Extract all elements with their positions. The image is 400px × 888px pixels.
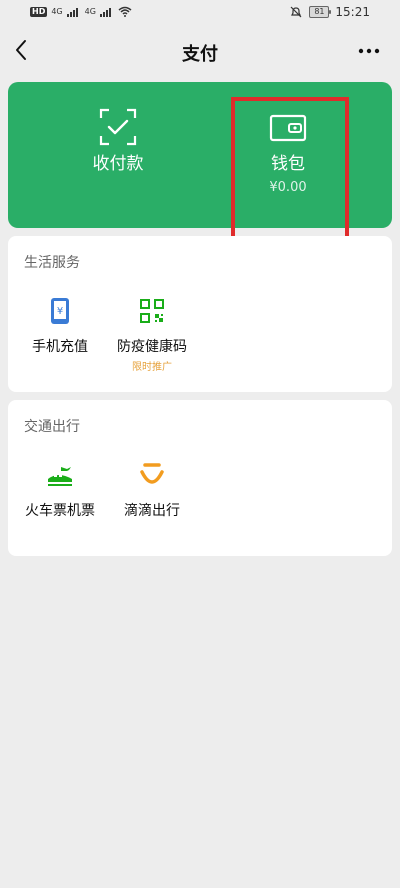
status-bar: HD 4G 4G 81 15:21 bbox=[0, 0, 400, 28]
wallet-balance: ¥0.00 bbox=[269, 180, 307, 195]
transport-section: 交通出行 火车票机票 滴滴出行 bbox=[8, 400, 392, 556]
battery-icon: 81 bbox=[309, 6, 332, 18]
receive-pay-button[interactable]: 收付款 bbox=[38, 94, 198, 214]
more-button[interactable] bbox=[358, 40, 380, 62]
status-left: HD 4G 4G bbox=[30, 6, 132, 18]
health-code-item[interactable]: 防疫健康码 限时推广 bbox=[106, 296, 198, 373]
phone-recharge-item[interactable]: ¥ 手机充值 bbox=[14, 296, 106, 356]
didi-icon bbox=[137, 460, 167, 490]
train-plane-label: 火车票机票 bbox=[25, 503, 95, 519]
bell-off-icon bbox=[290, 6, 302, 18]
signal-icon bbox=[66, 8, 78, 17]
pay-card: 收付款 钱包 ¥0.00 bbox=[8, 82, 392, 228]
train-plane-icon bbox=[45, 460, 75, 490]
section-title: 生活服务 bbox=[24, 255, 80, 271]
scan-check-icon bbox=[97, 106, 139, 148]
qr-code-icon bbox=[137, 296, 167, 326]
promo-badge: 限时推广 bbox=[132, 362, 172, 373]
signal-icon bbox=[99, 8, 111, 17]
page-title: 支付 bbox=[182, 44, 218, 65]
section-title: 交通出行 bbox=[24, 419, 80, 435]
network-4g-1: 4G bbox=[51, 7, 63, 16]
wallet-icon bbox=[267, 106, 309, 148]
status-right: 81 15:21 bbox=[289, 5, 370, 19]
health-code-label: 防疫健康码 bbox=[117, 339, 187, 355]
hd-badge: HD bbox=[30, 7, 48, 17]
train-plane-item[interactable]: 火车票机票 bbox=[14, 460, 106, 520]
wallet-label: 钱包 bbox=[271, 154, 305, 174]
svg-text:¥: ¥ bbox=[57, 306, 63, 317]
didi-item[interactable]: 滴滴出行 bbox=[106, 460, 198, 520]
wallet-button[interactable]: 钱包 ¥0.00 bbox=[208, 94, 368, 214]
top-nav: 支付 bbox=[0, 28, 400, 74]
phone-recharge-label: 手机充值 bbox=[32, 339, 88, 355]
wifi-icon bbox=[118, 6, 132, 17]
phone-recharge-icon: ¥ bbox=[45, 296, 75, 326]
battery-level: 81 bbox=[314, 7, 325, 16]
more-dots-icon bbox=[358, 48, 380, 54]
life-services-section: 生活服务 ¥ 手机充值 防疫健康码 限时推广 bbox=[8, 236, 392, 392]
receive-pay-label: 收付款 bbox=[92, 154, 144, 174]
clock: 15:21 bbox=[335, 5, 370, 19]
didi-label: 滴滴出行 bbox=[124, 503, 180, 519]
network-4g-2: 4G bbox=[84, 7, 96, 16]
